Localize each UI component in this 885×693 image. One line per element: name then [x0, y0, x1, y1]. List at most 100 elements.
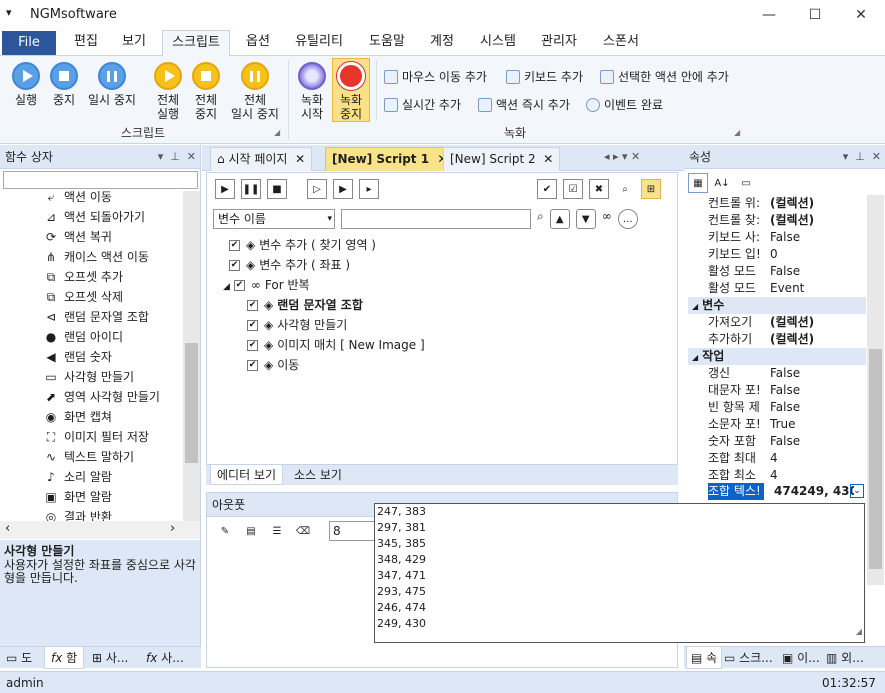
stop-button[interactable]: 중지 [44, 62, 84, 107]
tab-image[interactable]: ▣ 이... [782, 649, 820, 666]
check-icon[interactable]: ✔ [537, 179, 557, 199]
categorized-icon[interactable]: ▦ [688, 173, 708, 193]
function-item[interactable]: ⧉ 오프셋 추가 [0, 267, 123, 287]
panel-header-buttons[interactable]: ▾ ⊥ ✕ [843, 145, 881, 169]
variable-value-input[interactable] [341, 209, 531, 229]
property-row[interactable]: 소문자 포! True [688, 416, 866, 433]
checkbox[interactable]: ✔ [247, 300, 258, 311]
tab-function[interactable]: fx 함 [44, 647, 85, 669]
run-all-button[interactable]: 전체 실행 [148, 62, 188, 121]
coordinate-option[interactable]: 345, 385 [377, 536, 862, 552]
maximize-button[interactable]: ☐ [792, 0, 838, 30]
tab-utility[interactable]: 유틸리티 [286, 30, 352, 56]
function-item[interactable]: ⋔ 캐이스 액션 이동 [0, 247, 149, 267]
add-inside-action-button[interactable]: 선택한 액션 안에 추가 [600, 68, 729, 85]
arrow-down-icon[interactable]: ▼ [575, 209, 596, 229]
checkbox[interactable]: ✔ [229, 260, 240, 271]
add-action-now-button[interactable]: 액션 즉시 추가 [478, 96, 570, 113]
step-play-icon[interactable]: ▷ [307, 179, 327, 199]
horizontal-scrollbar[interactable]: ‹ › [0, 521, 200, 539]
property-row-selected[interactable]: 조합 텍스! 474249, 430 ⌄ [688, 483, 866, 500]
function-item[interactable]: ◉ 화면 캡쳐 [0, 407, 112, 427]
pause-icon[interactable]: ❚❚ [241, 179, 261, 199]
tab-start-page[interactable]: ⌂ 시작 페이지 ✕ [210, 147, 313, 171]
stop-icon[interactable]: ■ [267, 179, 287, 199]
tab-source-view[interactable]: 소스 보기 [290, 466, 346, 483]
run-button[interactable]: 실행 [6, 62, 46, 107]
script-action[interactable]: ✔ ◈ 사각형 만들기 [215, 315, 655, 335]
function-item[interactable]: ♪ 소리 알람 [0, 467, 112, 487]
close-button[interactable]: ✕ [838, 0, 884, 30]
script-action[interactable]: ✔ ◈ 변수 추가 ( 좌표 ) [215, 255, 655, 275]
tab-view[interactable]: 보기 [112, 30, 156, 56]
add-keyboard-button[interactable]: 키보드 추가 [506, 68, 583, 85]
tab-help[interactable]: 도움말 [360, 30, 414, 56]
variable-dropdown[interactable]: 변수 이름 ▾ [213, 209, 335, 229]
tab-system[interactable]: 시스템 [472, 30, 524, 56]
property-row[interactable]: 가져오기 (컬렉션) [688, 314, 866, 331]
tab-user[interactable]: ⊞ 사... [92, 649, 128, 666]
coordinate-option[interactable]: 348, 429 [377, 552, 862, 568]
function-item[interactable]: ⬈ 영역 사각형 만들기 [0, 387, 160, 407]
function-item[interactable]: ◀ 랜덤 숫자 [0, 347, 112, 367]
event-complete-button[interactable]: 이벤트 완료 [586, 96, 663, 113]
coordinate-option[interactable]: 249, 430 [377, 616, 862, 632]
tab-user-fn[interactable]: fx 사... [146, 649, 184, 666]
tab-script-1[interactable]: [New] Script 1 ✕ [325, 147, 455, 171]
tree-icon[interactable]: ⊞ [641, 179, 661, 199]
coordinate-option[interactable]: 247, 383 [377, 504, 862, 520]
system-menu-icon[interactable]: ▾ [6, 6, 12, 19]
tab-script[interactable]: 스크립트 [162, 30, 230, 57]
coordinate-dropdown-popup[interactable]: 247, 383 297, 381 345, 385 348, 429 347, 471… [374, 503, 865, 643]
tab-admin[interactable]: 관리자 [532, 30, 586, 56]
resize-grip-icon[interactable]: ◢ [856, 624, 862, 640]
tab-account[interactable]: 계정 [420, 30, 464, 56]
property-category[interactable]: ◢ 작업 [688, 348, 866, 365]
script-action[interactable]: ✔ ◈ 이동 [215, 355, 655, 375]
script-action[interactable]: ✔ ◈ 이미지 매치 [ New Image ] [215, 335, 655, 355]
arrow-up-icon[interactable]: ▲ [549, 209, 570, 229]
group-launcher-icon[interactable]: ◢ [734, 128, 740, 137]
vertical-scrollbar[interactable] [183, 191, 200, 521]
panel-header-buttons[interactable]: ▾ ⊥ ✕ [158, 145, 196, 169]
list-icon[interactable]: ☰ [267, 521, 287, 541]
script-action[interactable]: ✔ ◈ 변수 추가 ( 찾기 영역 ) [215, 235, 655, 255]
record-stop-button[interactable]: 녹화 중지 [332, 58, 370, 122]
scroll-thumb[interactable] [185, 343, 198, 463]
doc-tab-nav[interactable]: ◂ ▸ ▾ ✕ [604, 150, 640, 163]
tab-doc[interactable]: ▭ 도 [6, 649, 32, 666]
output-line-input[interactable]: 8 [329, 521, 379, 541]
infinity-icon[interactable]: ∞ [602, 209, 612, 229]
tab-sponsor[interactable]: 스폰서 [594, 30, 648, 56]
property-row[interactable]: 추가하기 (컬렉션) [688, 331, 866, 348]
doc-settings-icon[interactable]: ▤ [241, 521, 261, 541]
property-row[interactable]: 키보드 사: False [688, 229, 866, 246]
function-item[interactable]: ▭ 사각형 만들기 [0, 367, 134, 387]
delete-icon[interactable]: ✖ [589, 179, 609, 199]
property-row[interactable]: 조합 최소 4 [688, 467, 866, 484]
search-icon[interactable]: ⌕ [615, 179, 635, 199]
property-row[interactable]: 활성 모드 Event [688, 280, 866, 297]
eraser-icon[interactable]: ⌫ [293, 521, 313, 541]
coordinate-option[interactable]: 293, 475 [377, 584, 862, 600]
function-item[interactable]: ▣ 화면 알람 [0, 487, 112, 507]
step-icon[interactable]: ▶ [333, 179, 353, 199]
record-start-button[interactable]: 녹화 시작 [294, 62, 330, 121]
checkbox[interactable]: ✔ [247, 360, 258, 371]
function-item[interactable]: ⤶ 액션 이동 [0, 191, 112, 207]
more-icon[interactable]: … [617, 209, 638, 229]
property-row[interactable]: 활성 모드 False [688, 263, 866, 280]
function-item[interactable]: ● 랜덤 아이디 [0, 327, 123, 347]
property-row[interactable]: 키보드 입! 0 [688, 246, 866, 263]
pause-button[interactable]: 일시 중지 [84, 62, 140, 107]
coordinate-option[interactable]: 246, 474 [377, 600, 862, 616]
property-row[interactable]: 조합 최대 4 [688, 450, 866, 467]
function-item[interactable]: ⧉ 오프셋 삭제 [0, 287, 123, 307]
property-row[interactable]: 숫자 포함 False [688, 433, 866, 450]
vertical-scrollbar[interactable] [867, 195, 884, 585]
script-action[interactable]: ✔ ◈ 랜덤 문자열 조합 [215, 295, 655, 315]
script-action[interactable]: ◢ ✔ ∞ For 반복 [215, 275, 655, 295]
checkbox[interactable]: ✔ [229, 240, 240, 251]
tab-script-explorer[interactable]: ▭ 스크... [724, 649, 773, 666]
scroll-right-icon[interactable]: › [170, 521, 175, 536]
